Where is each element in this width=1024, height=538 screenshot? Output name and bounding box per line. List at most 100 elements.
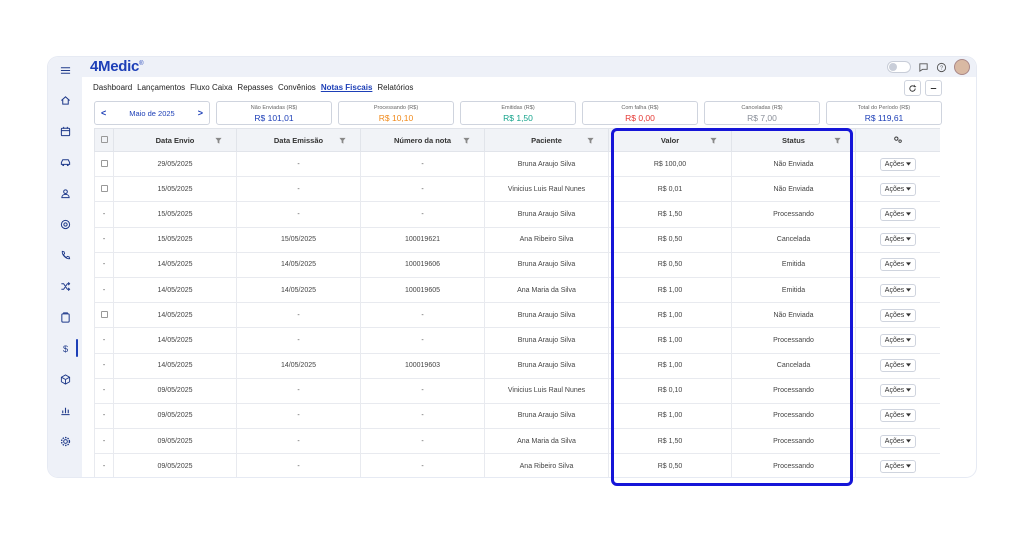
- settings-icon[interactable]: [48, 430, 82, 452]
- caret-down-icon: [904, 412, 912, 419]
- table-row[interactable]: -09/05/2025- - Ana Maria da Silva R$ 1,50 Pr…: [94, 428, 940, 455]
- table-row[interactable]: -15/05/2025- - Bruna Araujo Silva R$ 1,50 Pr…: [94, 201, 940, 228]
- row-actions-cell: Ações: [855, 453, 940, 477]
- actions-dropdown-button[interactable]: Ações: [879, 384, 917, 398]
- cell-status: Emitida: [731, 251, 856, 278]
- table-row[interactable]: 14/05/2025- - Bruna Araujo Silva R$ 1,00 Não…: [94, 302, 940, 329]
- cell-valor: R$ 0,01: [608, 176, 732, 203]
- cell-paciente: Bruna Araujo Silva: [484, 150, 609, 178]
- cell-status: Emitida: [731, 276, 856, 304]
- cell-status: Processando: [731, 428, 856, 455]
- actions-dropdown-button[interactable]: Ações: [879, 434, 917, 448]
- nav-item-conv-nios[interactable]: Convênios: [278, 83, 316, 92]
- cell-paciente: Bruna Araujo Silva: [484, 201, 609, 228]
- actions-label: Ações: [884, 437, 905, 445]
- column-header[interactable]: Data Emissão: [236, 128, 361, 152]
- caret-down-icon: [904, 337, 912, 344]
- cell-envio: 14/05/2025: [113, 251, 237, 278]
- nav-item-notas-fiscais[interactable]: Notas Fiscais: [321, 83, 373, 92]
- actions-dropdown-button[interactable]: Ações: [879, 409, 917, 423]
- cell-numero: 100019603: [360, 352, 485, 379]
- cell-emissao: -: [236, 327, 361, 354]
- cell-valor: R$ 1,50: [608, 428, 732, 455]
- next-month-button[interactable]: >: [198, 108, 203, 118]
- actions-label: Ações: [884, 311, 905, 319]
- at-icon[interactable]: [48, 213, 82, 235]
- nav-item-lan-amentos[interactable]: Lançamentos: [137, 83, 185, 92]
- select-all-header: [94, 128, 114, 152]
- menu-icon[interactable]: [48, 59, 82, 81]
- row-actions-cell: Ações: [855, 176, 940, 203]
- table-row[interactable]: -09/05/2025- - Bruna Araujo Silva R$ 1,00 Pr…: [94, 402, 940, 430]
- nav-item-dashboard[interactable]: Dashboard: [93, 83, 132, 92]
- dollar-icon[interactable]: $: [48, 337, 82, 359]
- table-row[interactable]: -09/05/2025- - Ana Ribeiro Silva R$ 0,50 Pro…: [94, 453, 940, 477]
- table-row[interactable]: 15/05/2025- - Vinicius Luis Raul Nunes R$ 0…: [94, 176, 940, 203]
- more-button[interactable]: [925, 80, 942, 96]
- row-checkbox[interactable]: [100, 310, 108, 318]
- cell-numero: -: [360, 453, 485, 477]
- actions-dropdown-button[interactable]: Ações: [879, 283, 917, 297]
- actions-dropdown-button[interactable]: Ações: [879, 233, 917, 247]
- actions-dropdown-button[interactable]: Ações: [879, 258, 917, 272]
- nav-item-relat-rios[interactable]: Relatórios: [377, 83, 413, 92]
- select-all-checkbox[interactable]: [100, 135, 108, 143]
- actions-dropdown-button[interactable]: Ações: [879, 359, 917, 373]
- phone-icon[interactable]: [48, 244, 82, 266]
- column-header[interactable]: Status: [731, 128, 856, 152]
- box-icon[interactable]: [48, 368, 82, 390]
- chart-icon[interactable]: [48, 399, 82, 421]
- app-logo[interactable]: 4Medic®: [90, 58, 143, 75]
- actions-dropdown-button[interactable]: Ações: [879, 157, 917, 171]
- row-checkbox[interactable]: [100, 159, 108, 167]
- theme-toggle[interactable]: [887, 61, 911, 73]
- home-icon[interactable]: [48, 89, 82, 111]
- table-row[interactable]: -14/05/2025 14/05/2025 100019603 Bruna Arau…: [94, 352, 940, 379]
- column-header[interactable]: Número da nota: [360, 128, 485, 152]
- car-icon[interactable]: [48, 151, 82, 173]
- nav-item-fluxo-caixa[interactable]: Fluxo Caixa: [190, 83, 232, 92]
- cell-numero: 100019605: [360, 276, 485, 304]
- shuffle-icon[interactable]: [48, 275, 82, 297]
- row-checkbox[interactable]: [100, 184, 108, 192]
- chat-icon[interactable]: [918, 62, 929, 73]
- help-icon[interactable]: ?: [936, 62, 947, 73]
- summary-card: Com falha (R$) R$ 0,00: [582, 101, 698, 125]
- columns-settings-icon[interactable]: [893, 135, 903, 144]
- user-avatar[interactable]: [954, 59, 970, 75]
- table-row[interactable]: -15/05/2025 15/05/2025 100019621 Ana Ribeir…: [94, 226, 940, 253]
- column-header[interactable]: Data Envio: [113, 128, 237, 152]
- row-select-placeholder: -: [102, 210, 106, 218]
- cell-numero: -: [360, 377, 485, 404]
- invoices-table: Data Envio Data Emissão Número da nota Paci…: [94, 128, 940, 477]
- cell-valor: R$ 1,50: [608, 201, 732, 228]
- actions-dropdown-button[interactable]: Ações: [879, 308, 917, 322]
- actions-header[interactable]: [855, 128, 940, 152]
- column-header-label: Paciente: [531, 135, 562, 145]
- refresh-button[interactable]: [904, 80, 921, 96]
- calendar-icon[interactable]: [48, 120, 82, 142]
- prev-month-button[interactable]: <: [101, 108, 106, 118]
- row-select-placeholder: -: [102, 336, 106, 344]
- user-icon[interactable]: [48, 182, 82, 204]
- column-header[interactable]: Valor: [608, 128, 732, 152]
- actions-dropdown-button[interactable]: Ações: [879, 182, 917, 196]
- table-row[interactable]: -14/05/2025 14/05/2025 100019605 Ana Maria …: [94, 276, 940, 304]
- row-select-cell: -: [94, 453, 114, 477]
- table-row[interactable]: 29/05/2025- - Bruna Araujo Silva R$ 100,00 N…: [94, 150, 940, 178]
- caret-down-icon: [904, 387, 912, 394]
- caret-down-icon: [904, 236, 912, 243]
- cell-valor: R$ 0,50: [608, 453, 732, 477]
- actions-dropdown-button[interactable]: Ações: [879, 459, 917, 473]
- sidebar: $: [48, 57, 82, 477]
- table-row[interactable]: -09/05/2025- - Vinicius Luis Raul Nunes R$ …: [94, 377, 940, 404]
- cell-envio: 15/05/2025: [113, 176, 237, 203]
- actions-dropdown-button[interactable]: Ações: [879, 333, 917, 347]
- nav-item-repasses[interactable]: Repasses: [237, 83, 273, 92]
- table-row[interactable]: -14/05/2025 14/05/2025 100019606 Bruna Arau…: [94, 251, 940, 278]
- clipboard-icon[interactable]: [48, 306, 82, 328]
- table-row[interactable]: -14/05/2025- - Bruna Araujo Silva R$ 1,00 Pr…: [94, 327, 940, 354]
- row-actions-cell: Ações: [855, 428, 940, 455]
- actions-dropdown-button[interactable]: Ações: [879, 207, 917, 221]
- column-header[interactable]: Paciente: [484, 128, 609, 152]
